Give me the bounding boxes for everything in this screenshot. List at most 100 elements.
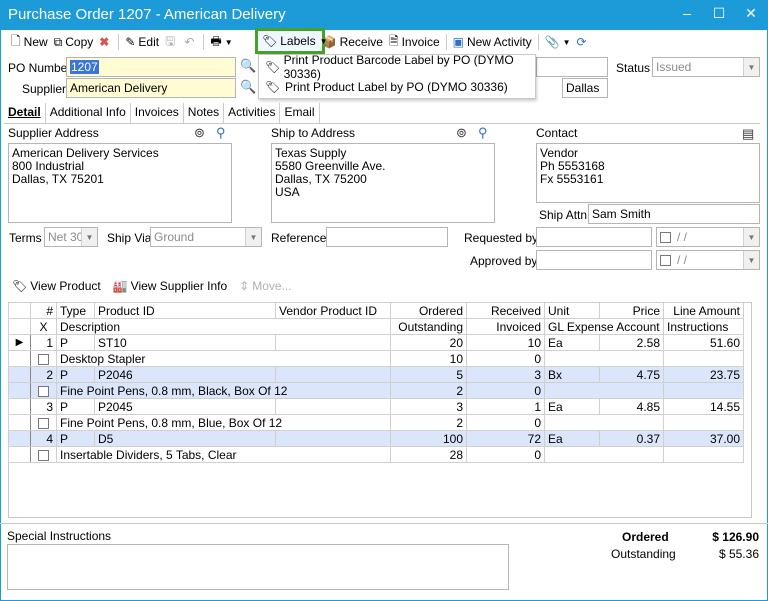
po-number-field[interactable]: 1207 <box>66 57 236 77</box>
binoculars-icon[interactable]: ⊚ <box>194 125 205 141</box>
save-button[interactable]: 🖫 <box>162 32 181 52</box>
invoiced-cell[interactable]: 0 <box>466 350 545 367</box>
price-cell[interactable]: 4.85 <box>599 398 664 415</box>
reference-field[interactable] <box>326 227 448 247</box>
column-header[interactable]: Product ID <box>94 302 276 319</box>
line-amount-cell[interactable]: 37.00 <box>663 430 744 447</box>
description-cell[interactable]: Fine Point Pens, 0.8 mm, Blue, Box Of 12 <box>56 414 391 431</box>
price-cell[interactable]: 4.75 <box>599 366 664 383</box>
column-header[interactable]: Outstanding <box>390 318 467 335</box>
vendor-product-id-cell[interactable] <box>275 398 391 415</box>
delete-button[interactable]: ✖ <box>96 32 115 52</box>
column-header[interactable]: Invoiced <box>466 318 545 335</box>
view-supplier-button[interactable]: 🏭 View Supplier Info <box>113 279 227 293</box>
product-id-cell[interactable]: ST10 <box>94 334 276 351</box>
approved-date-checkbox[interactable] <box>660 255 671 267</box>
search-icon[interactable]: 🔍 <box>240 79 256 95</box>
row-selector[interactable] <box>8 350 31 367</box>
row-checkbox-cell[interactable] <box>30 414 57 431</box>
table-row-detail[interactable]: Desktop Stapler 10 0 <box>8 350 744 367</box>
view-product-button[interactable]: 🏷 View Product <box>12 279 101 293</box>
requested-date-field[interactable]: / / ▼ <box>656 227 760 247</box>
row-checkbox[interactable] <box>38 353 49 365</box>
row-checkbox-cell[interactable] <box>30 350 57 367</box>
instructions-cell[interactable] <box>663 382 744 399</box>
received-cell[interactable]: 72 <box>466 430 545 447</box>
ship-attn-field[interactable]: Sam Smith <box>588 204 760 224</box>
close-button[interactable]: ✕ <box>736 0 766 26</box>
outstanding-cell[interactable]: 28 <box>390 446 467 463</box>
table-row[interactable]: 4 P D5 100 72 Ea 0.37 37.00 <box>8 430 744 447</box>
gl-expense-account-cell[interactable] <box>544 350 664 367</box>
line-amount-cell[interactable]: 23.75 <box>663 366 744 383</box>
table-row[interactable]: ▶ 1 P ST10 20 10 Ea 2.58 51.60 <box>8 334 744 351</box>
column-header[interactable]: Received <box>466 302 545 319</box>
map-pin-icon[interactable]: ⚲ <box>216 125 226 141</box>
row-checkbox[interactable] <box>38 449 49 461</box>
table-row[interactable]: 2 P P2046 5 3 Bx 4.75 23.75 <box>8 366 744 383</box>
tab-detail[interactable]: Detail <box>4 103 46 123</box>
undo-button[interactable]: ↶ <box>181 32 200 52</box>
binoculars-icon[interactable]: ⊚ <box>456 125 467 141</box>
invoiced-cell[interactable]: 0 <box>466 382 545 399</box>
instructions-cell[interactable] <box>663 446 744 463</box>
row-selector[interactable] <box>8 382 31 399</box>
table-row[interactable]: 3 P P2045 3 1 Ea 4.85 14.55 <box>8 398 744 415</box>
product-id-cell[interactable]: D5 <box>94 430 276 447</box>
type-cell[interactable]: P <box>56 366 95 383</box>
product-id-cell[interactable]: P2045 <box>94 398 276 415</box>
column-header[interactable]: Description <box>56 318 391 335</box>
outstanding-cell[interactable]: 2 <box>390 382 467 399</box>
column-header[interactable]: # <box>30 302 57 319</box>
gl-expense-account-cell[interactable] <box>544 446 664 463</box>
table-row-detail[interactable]: Fine Point Pens, 0.8 mm, Blue, Box Of 12… <box>8 414 744 431</box>
contact-card-icon[interactable]: ▤ <box>742 126 754 142</box>
supplier-address-box[interactable]: American Delivery Services 800 Industria… <box>8 143 232 223</box>
vendor-product-id-cell[interactable] <box>275 334 391 351</box>
ordered-cell[interactable]: 100 <box>390 430 467 447</box>
unit-cell[interactable]: Bx <box>544 366 600 383</box>
labels-button[interactable]: 🏷 Labels ▼ <box>255 28 328 54</box>
price-cell[interactable]: 2.58 <box>599 334 664 351</box>
refresh-button[interactable]: ⟳ <box>574 32 593 52</box>
invoiced-cell[interactable]: 0 <box>466 446 545 463</box>
line-number-cell[interactable]: 1 <box>30 334 57 351</box>
tab-invoices[interactable]: Invoices <box>131 103 184 123</box>
product-id-cell[interactable]: P2046 <box>94 366 276 383</box>
instructions-cell[interactable] <box>663 414 744 431</box>
column-header[interactable]: GL Expense Account <box>544 318 664 335</box>
menu-item-print-product-label[interactable]: 🏷 Print Product Label by PO (DYMO 30336) <box>259 77 535 97</box>
ordered-cell[interactable]: 5 <box>390 366 467 383</box>
status-dropdown[interactable]: Issued ▼ <box>652 57 760 77</box>
line-amount-cell[interactable]: 14.55 <box>663 398 744 415</box>
unit-cell[interactable]: Ea <box>544 398 600 415</box>
invoice-button[interactable]: 🗎 Invoice <box>386 32 443 52</box>
line-number-cell[interactable]: 3 <box>30 398 57 415</box>
vendor-product-id-cell[interactable] <box>275 366 391 383</box>
copy-button[interactable]: ⧉ Copy <box>51 32 97 52</box>
ship-via-dropdown[interactable]: Ground ▼ <box>150 227 262 247</box>
attachment-button[interactable]: 📎 ▼ <box>542 32 574 52</box>
gl-expense-account-cell[interactable] <box>544 382 664 399</box>
unit-cell[interactable]: Ea <box>544 430 600 447</box>
column-header[interactable]: Instructions <box>663 318 744 335</box>
search-icon[interactable]: 🔍 <box>240 58 256 74</box>
row-checkbox[interactable] <box>38 417 49 429</box>
column-header[interactable]: Price <box>599 302 664 319</box>
instructions-cell[interactable] <box>663 350 744 367</box>
type-cell[interactable]: P <box>56 398 95 415</box>
move-button[interactable]: ⇕ Move... <box>239 279 291 293</box>
print-button[interactable]: 🖶 ▼ <box>207 32 235 52</box>
table-row-detail[interactable]: Fine Point Pens, 0.8 mm, Black, Box Of 1… <box>8 382 744 399</box>
row-selector[interactable] <box>8 446 31 463</box>
tab-additional-info[interactable]: Additional Info <box>46 103 131 123</box>
description-cell[interactable]: Desktop Stapler <box>56 350 391 367</box>
outstanding-cell[interactable]: 2 <box>390 414 467 431</box>
approved-by-field[interactable] <box>536 250 652 270</box>
tab-email[interactable]: Email <box>280 103 320 123</box>
outstanding-cell[interactable]: 10 <box>390 350 467 367</box>
line-number-cell[interactable]: 2 <box>30 366 57 383</box>
column-header[interactable]: Type <box>56 302 95 319</box>
row-checkbox[interactable] <box>38 385 49 397</box>
column-header[interactable]: Line Amount <box>663 302 744 319</box>
